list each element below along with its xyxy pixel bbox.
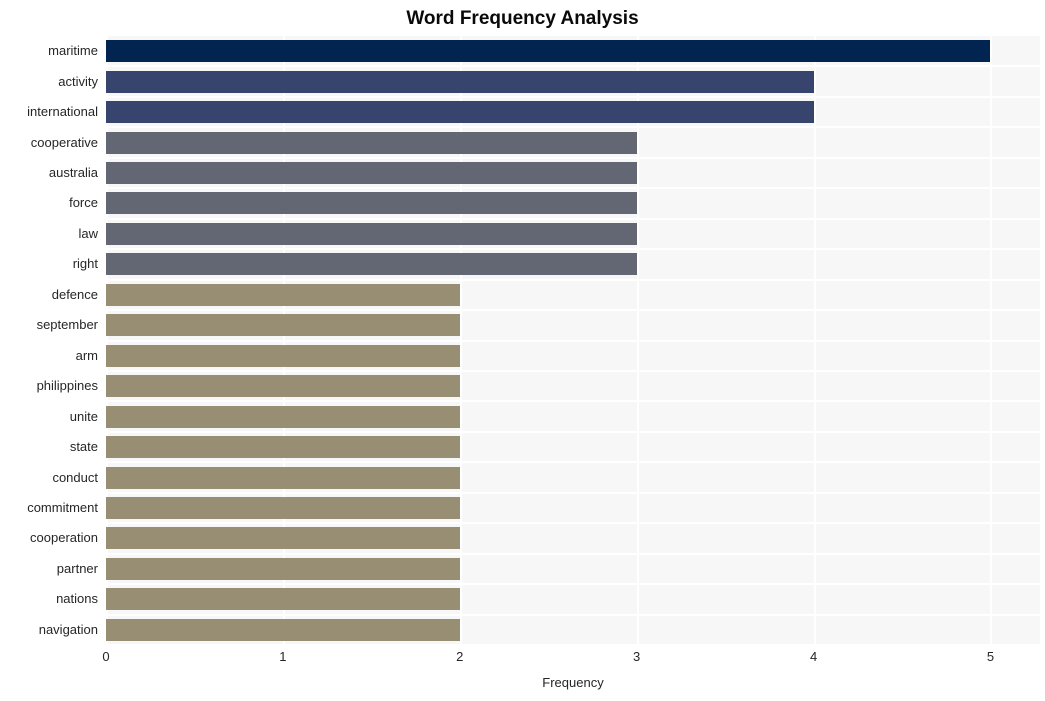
x-tick-label: 0 xyxy=(102,649,110,664)
y-gridline xyxy=(106,278,1040,281)
y-tick-label: state xyxy=(69,439,98,455)
bar xyxy=(106,405,460,428)
y-tick-label: september xyxy=(36,317,98,333)
y-tick-label: cooperation xyxy=(30,530,98,546)
bar xyxy=(106,192,637,215)
y-gridline xyxy=(106,248,1040,251)
y-tick-label: conduct xyxy=(52,469,98,485)
bar xyxy=(106,131,637,154)
x-axis-title: Frequency xyxy=(542,675,604,690)
y-tick-label: partner xyxy=(56,560,98,576)
y-axis-labels: maritime activity international cooperative… xyxy=(0,36,98,645)
y-gridline xyxy=(106,644,1040,645)
bar xyxy=(106,557,460,580)
bar xyxy=(106,101,814,124)
y-gridline xyxy=(106,461,1040,464)
y-tick-label: international xyxy=(27,104,98,120)
x-tick-label: 2 xyxy=(456,649,464,664)
x-axis-ticks: 0 1 2 3 4 5 xyxy=(0,648,1045,668)
bar xyxy=(106,283,460,306)
y-tick-label: australia xyxy=(48,165,98,181)
bar xyxy=(106,253,637,276)
bar xyxy=(106,466,460,489)
y-tick-label: unite xyxy=(69,408,98,424)
y-gridline xyxy=(106,95,1040,98)
x-tick-label: 1 xyxy=(279,649,287,664)
bar xyxy=(106,222,637,245)
bar xyxy=(106,40,991,63)
y-tick-label: activity xyxy=(58,73,98,89)
word-frequency-chart: Word Frequency Analysis maritime activity… xyxy=(0,0,1045,701)
y-tick-label: law xyxy=(78,225,98,241)
y-tick-label: maritime xyxy=(48,43,98,59)
y-tick-label: cooperative xyxy=(30,134,98,150)
bar xyxy=(106,618,460,641)
plot-area xyxy=(106,36,1040,645)
y-gridline xyxy=(106,613,1040,616)
y-tick-label: defence xyxy=(51,286,98,302)
y-gridline xyxy=(106,583,1040,586)
y-tick-label: arm xyxy=(75,347,98,363)
y-tick-label: navigation xyxy=(38,621,98,637)
y-gridline xyxy=(106,369,1040,372)
y-gridline xyxy=(106,522,1040,525)
y-gridline xyxy=(106,217,1040,220)
x-tick-label: 3 xyxy=(633,649,641,664)
bar xyxy=(106,375,460,398)
y-gridline xyxy=(106,126,1040,129)
y-gridline xyxy=(106,552,1040,555)
y-gridline xyxy=(106,65,1040,68)
bar xyxy=(106,162,637,185)
y-gridline xyxy=(106,430,1040,433)
bar xyxy=(106,588,460,611)
bar xyxy=(106,314,460,337)
y-gridline xyxy=(106,400,1040,403)
y-tick-label: force xyxy=(69,195,98,211)
bar xyxy=(106,344,460,367)
y-gridline xyxy=(106,309,1040,312)
y-tick-label: nations xyxy=(56,591,98,607)
chart-title: Word Frequency Analysis xyxy=(406,8,639,29)
bar xyxy=(106,70,814,93)
x-tick-label: 5 xyxy=(986,649,995,664)
y-gridline xyxy=(106,339,1040,342)
bar xyxy=(106,496,460,519)
x-tick-label: 4 xyxy=(809,649,818,664)
y-gridline xyxy=(106,491,1040,494)
y-gridline xyxy=(106,156,1040,159)
bar xyxy=(106,527,460,550)
y-gridline xyxy=(106,187,1040,190)
y-tick-label: philippines xyxy=(36,378,98,394)
y-tick-label: commitment xyxy=(27,499,98,515)
bar xyxy=(106,436,460,459)
y-tick-label: right xyxy=(72,256,98,272)
